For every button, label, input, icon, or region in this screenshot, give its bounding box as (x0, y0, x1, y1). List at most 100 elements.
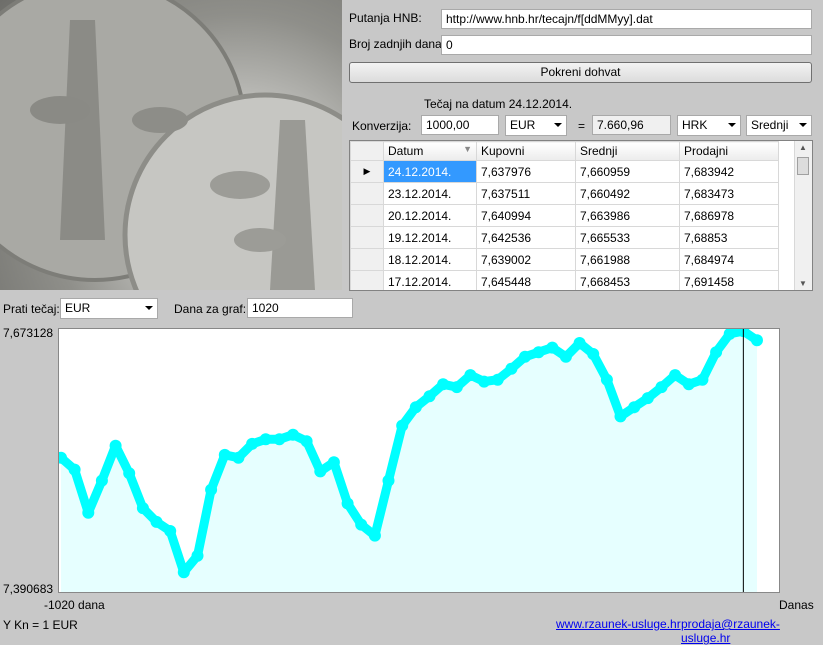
cell-prodajni[interactable]: 7,684974 (679, 248, 779, 271)
table-row[interactable]: 17.12.2014. 7,645448 7,668453 7,691458 (350, 270, 779, 290)
path-label: Putanja HNB: (349, 11, 422, 25)
table-row[interactable]: 20.12.2014. 7,640994 7,663986 7,686978 (350, 204, 779, 227)
chart-data-point (628, 401, 641, 414)
track-currency-value: EUR (65, 301, 91, 315)
email-link[interactable]: prodaja@rzaunek-usluge.hr (681, 617, 823, 645)
row-header[interactable] (350, 248, 384, 271)
rate-type-select[interactable]: Srednji (746, 115, 812, 136)
scroll-thumb[interactable] (797, 157, 809, 175)
result-field: 7.660,96 (592, 115, 671, 135)
row-header-corner (350, 141, 384, 161)
chart-data-point (600, 373, 613, 386)
cell-datum[interactable]: 24.12.2014. (383, 160, 477, 183)
cell-datum[interactable]: 18.12.2014. (383, 248, 477, 271)
table-row[interactable]: ▶ 24.12.2014. 7,637976 7,660959 7,683942 (350, 160, 779, 183)
chart-data-point (751, 334, 763, 347)
days-input[interactable]: 0 (441, 35, 812, 55)
column-header-datum[interactable]: Datum ▼ (383, 141, 477, 161)
cell-datum[interactable]: 17.12.2014. (383, 270, 477, 290)
chart-data-point (573, 337, 586, 349)
cell-srednji[interactable]: 7,668453 (575, 270, 680, 290)
cell-prodajni[interactable]: 7,691458 (679, 270, 779, 290)
chevron-down-icon (799, 123, 807, 127)
column-header-label: Datum (388, 144, 424, 158)
cell-prodajni[interactable]: 7,683942 (679, 160, 779, 183)
chart-data-point (614, 410, 627, 423)
path-input[interactable]: http://www.hnb.hr/tecajn/f[ddMMyy].dat (441, 9, 812, 29)
chart-data-point (696, 373, 709, 386)
grid-header-row: Datum ▼ Kupovni Srednji Prodajni (350, 141, 779, 161)
cell-kupovni[interactable]: 7,637511 (476, 182, 576, 205)
scroll-up-icon[interactable]: ▲ (799, 143, 807, 152)
amount-input[interactable]: 1000,00 (421, 115, 499, 135)
chart-data-point (327, 456, 340, 469)
chart-data-point (655, 381, 668, 394)
cell-datum[interactable]: 19.12.2014. (383, 226, 477, 249)
y-min-label: 7,390683 (3, 582, 54, 596)
cell-datum[interactable]: 20.12.2014. (383, 204, 477, 227)
unit-note: Y Kn = 1 EUR (3, 618, 78, 632)
chart-data-point (532, 346, 545, 359)
chart-data-point (368, 529, 381, 542)
row-header[interactable] (350, 182, 384, 205)
table-row[interactable]: 19.12.2014. 7,642536 7,665533 7,68853 (350, 226, 779, 249)
chart-data-point (259, 433, 272, 446)
cell-kupovni[interactable]: 7,645448 (476, 270, 576, 290)
chart-data-point (109, 439, 122, 452)
table-row[interactable]: 23.12.2014. 7,637511 7,660492 7,683473 (350, 182, 779, 205)
vertical-scrollbar[interactable]: ▲ ▼ (794, 141, 812, 290)
column-header-prodajni[interactable]: Prodajni (679, 141, 779, 161)
chart-data-point (273, 433, 286, 446)
chevron-down-icon (728, 123, 736, 127)
cell-srednji[interactable]: 7,661988 (575, 248, 680, 271)
chart-data-point (641, 392, 654, 405)
chart-data-point (437, 378, 450, 391)
chart-data-point (682, 378, 695, 391)
cell-prodajni[interactable]: 7,683473 (679, 182, 779, 205)
rate-type-value: Srednji (751, 118, 789, 132)
rates-grid[interactable]: Datum ▼ Kupovni Srednji Prodajni ▶ 24.12… (349, 140, 813, 291)
chart-data-point (341, 497, 354, 510)
track-label: Prati tečaj: (3, 302, 60, 316)
chart-data-point (232, 451, 245, 464)
chart-data-point (396, 419, 409, 432)
table-row[interactable]: 18.12.2014. 7,639002 7,661988 7,684974 (350, 248, 779, 271)
graph-days-input[interactable]: 1020 (247, 298, 353, 318)
cell-prodajni[interactable]: 7,686978 (679, 204, 779, 227)
track-currency-select[interactable]: EUR (60, 298, 158, 319)
cell-srednji[interactable]: 7,665533 (575, 226, 680, 249)
graph-days-label: Dana za graf: (174, 302, 247, 316)
chart-data-point (409, 401, 422, 414)
chart-data-point (287, 428, 299, 441)
from-currency-select[interactable]: EUR (505, 115, 567, 136)
row-header[interactable] (350, 226, 384, 249)
cell-srednji[interactable]: 7,663986 (575, 204, 680, 227)
y-max-label: 7,673128 (3, 326, 54, 340)
chart-data-point (205, 483, 218, 496)
cell-kupovni[interactable]: 7,640994 (476, 204, 576, 227)
fetch-button[interactable]: Pokreni dohvat (349, 62, 812, 83)
chart-data-point (123, 467, 136, 480)
column-header-srednji[interactable]: Srednji (575, 141, 680, 161)
chart-data-point (669, 369, 682, 382)
cell-prodajni[interactable]: 7,68853 (679, 226, 779, 249)
column-header-kupovni[interactable]: Kupovni (476, 141, 576, 161)
cell-datum[interactable]: 23.12.2014. (383, 182, 477, 205)
chart-data-point (559, 350, 572, 363)
cell-kupovni[interactable]: 7,637976 (476, 160, 576, 183)
cell-srednji[interactable]: 7,660492 (575, 182, 680, 205)
row-header[interactable] (350, 204, 384, 227)
cell-srednji[interactable]: 7,660959 (575, 160, 680, 183)
coin-image (0, 0, 342, 290)
current-row-icon: ▶ (350, 160, 384, 183)
scroll-down-icon[interactable]: ▼ (799, 279, 807, 288)
cell-kupovni[interactable]: 7,639002 (476, 248, 576, 271)
chart-data-point (191, 549, 204, 562)
to-currency-select[interactable]: HRK (677, 115, 741, 136)
chart-data-point (546, 341, 559, 354)
website-link[interactable]: www.rzaunek-usluge.hr (556, 617, 681, 631)
row-header[interactable] (350, 270, 384, 290)
cell-kupovni[interactable]: 7,642536 (476, 226, 576, 249)
rates-table: Datum ▼ Kupovni Srednji Prodajni ▶ 24.12… (350, 141, 779, 290)
sort-arrow-icon: ▼ (463, 144, 472, 154)
